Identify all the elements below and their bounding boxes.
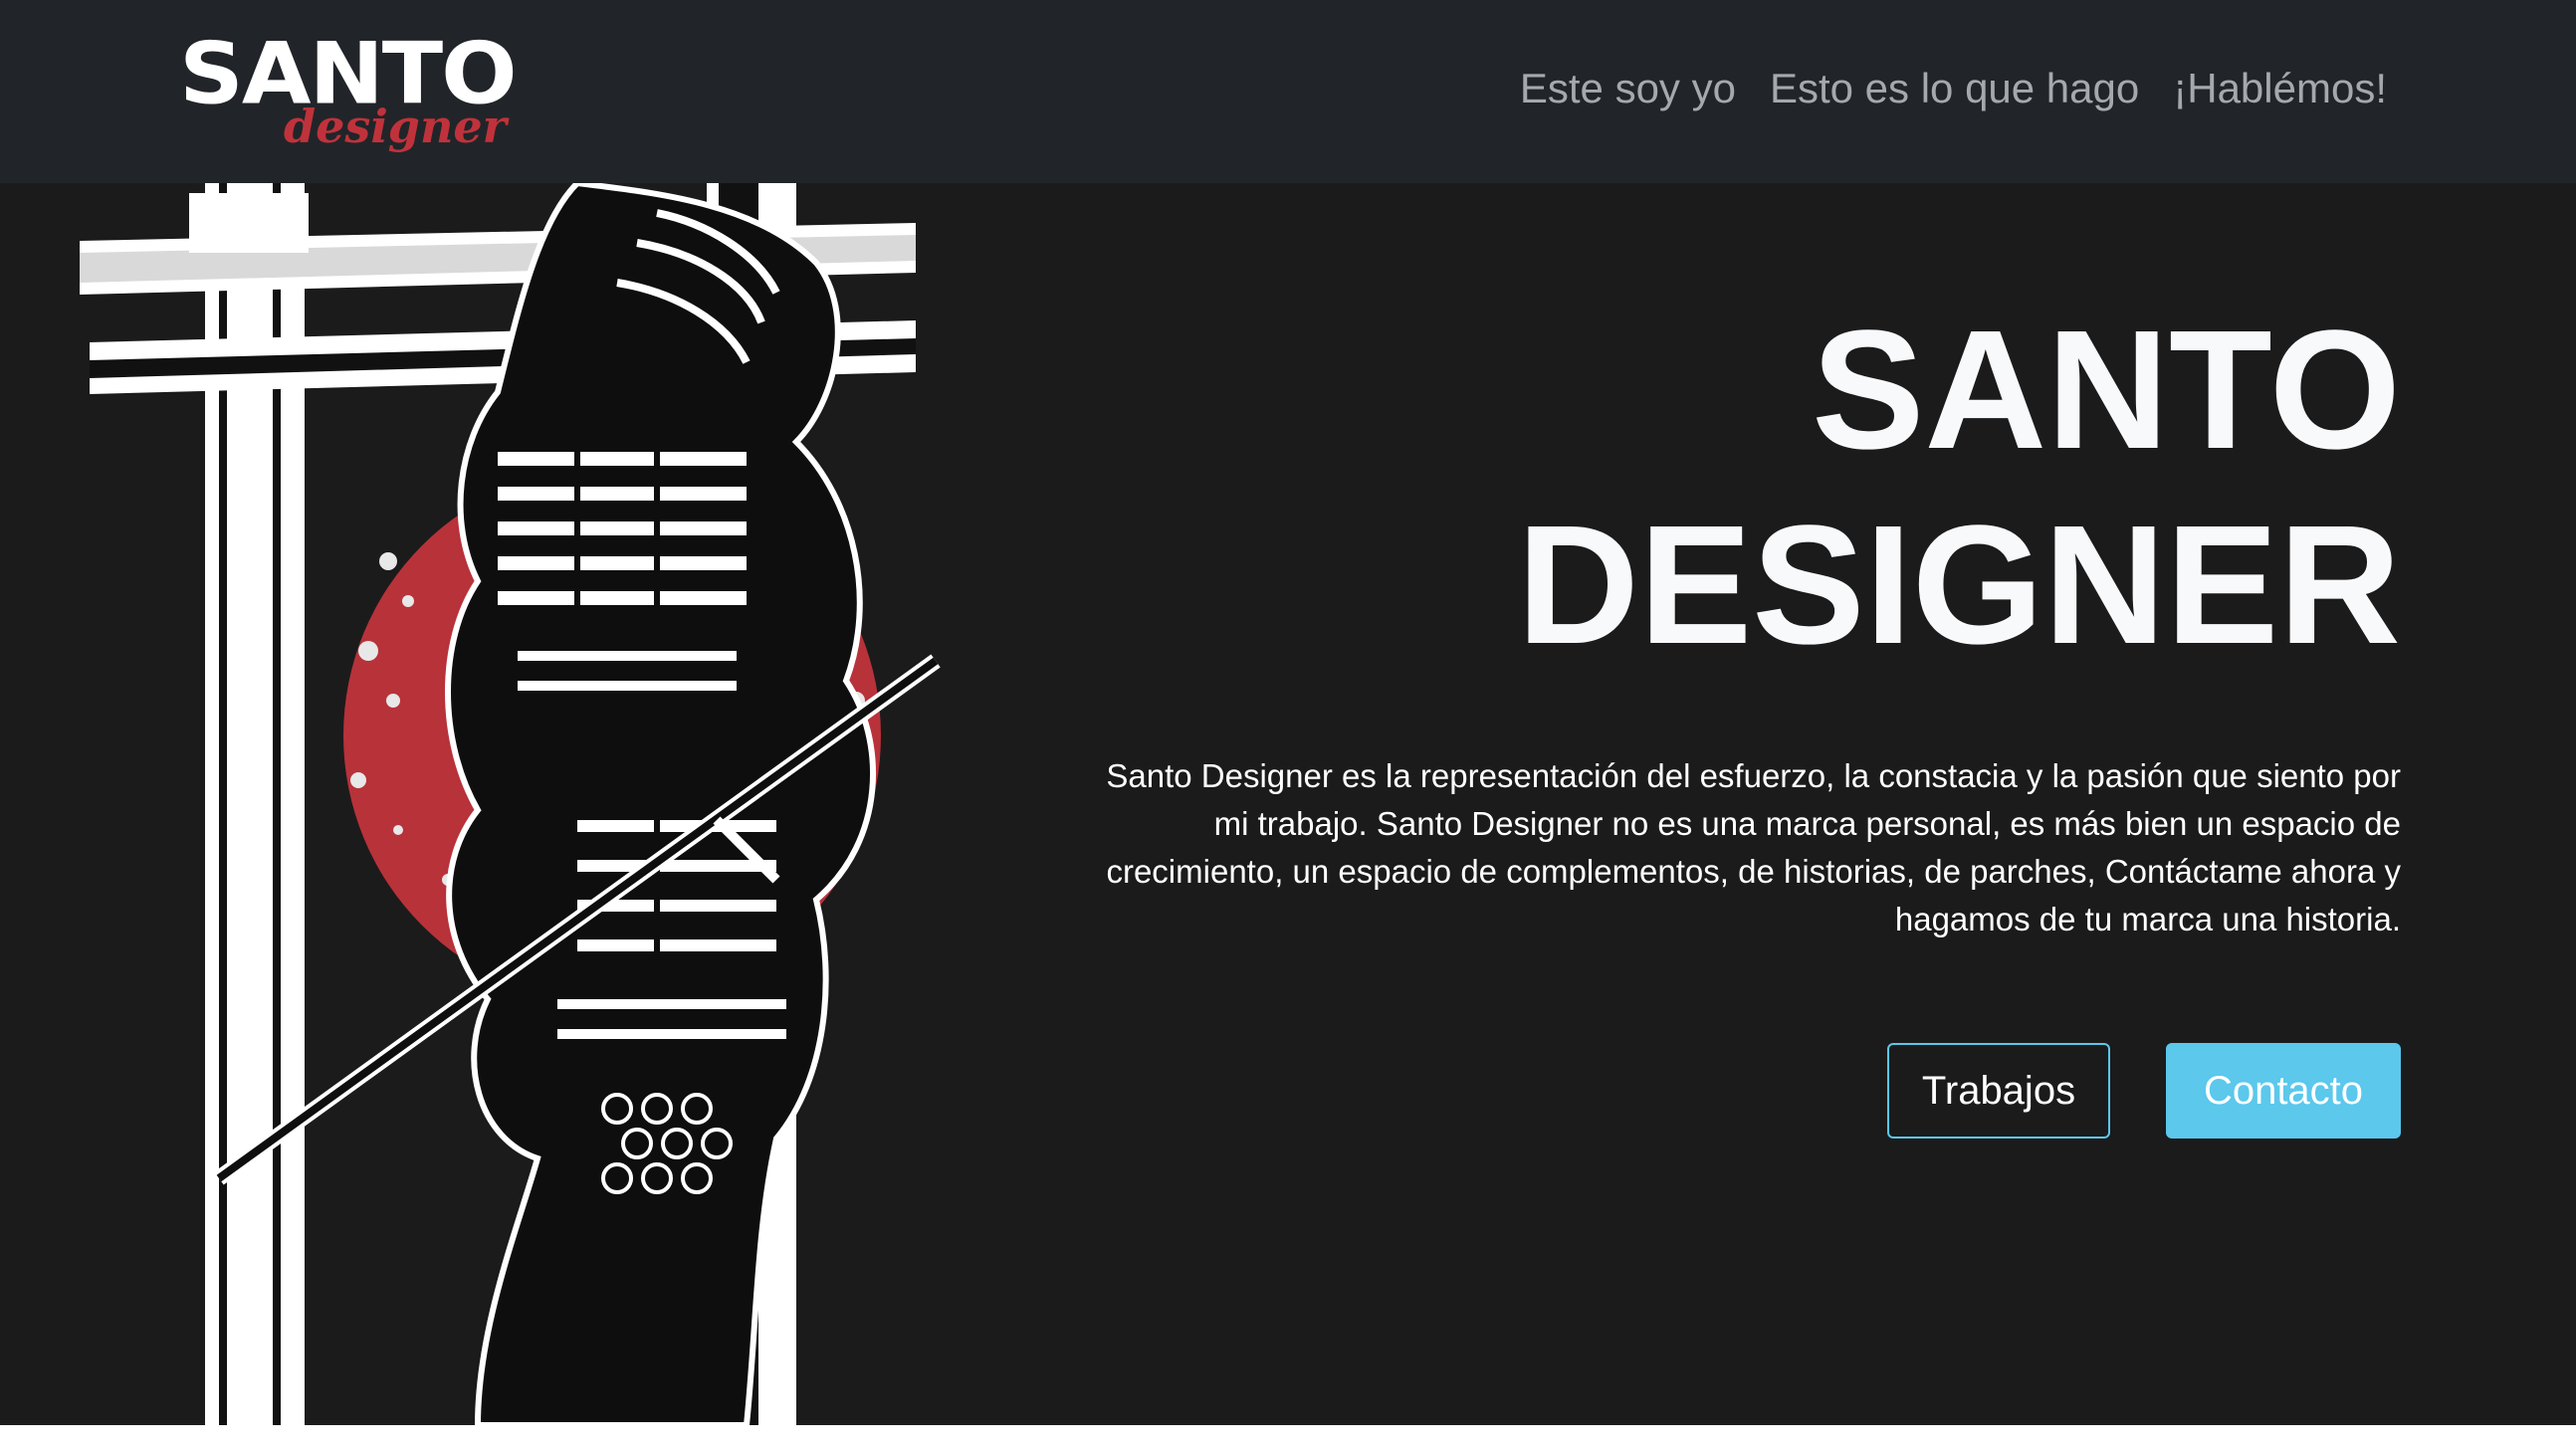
nav-link-services[interactable]: Esto es lo que hago <box>1770 58 2139 119</box>
hero-section: SANTO DESIGNER Santo Designer es la repr… <box>0 183 2576 1425</box>
page-bottom-strip <box>0 1425 2576 1453</box>
samurai-illustration <box>80 183 941 1425</box>
navbar: SANTO designer Este soy yo Esto es lo qu… <box>0 0 2576 183</box>
nav-link-contact[interactable]: ¡Hablémos! <box>2173 58 2387 119</box>
trabajos-button[interactable]: Trabajos <box>1887 1043 2110 1139</box>
contacto-button[interactable]: Contacto <box>2166 1043 2401 1139</box>
nav-link-about[interactable]: Este soy yo <box>1520 58 1736 119</box>
hero-title-line2: DESIGNER <box>1517 491 2401 680</box>
hero-title: SANTO DESIGNER <box>1517 293 2401 683</box>
hero-description: Santo Designer es la representación del … <box>1106 757 2401 937</box>
samurai-figure <box>445 183 876 1425</box>
nav-links: Este soy yo Esto es lo que hago ¡Hablémo… <box>1520 58 2387 119</box>
hero-title-line1: SANTO <box>1812 296 2401 485</box>
brand-tagline: designer <box>284 100 507 153</box>
brand-logo[interactable]: SANTO designer <box>179 30 518 159</box>
